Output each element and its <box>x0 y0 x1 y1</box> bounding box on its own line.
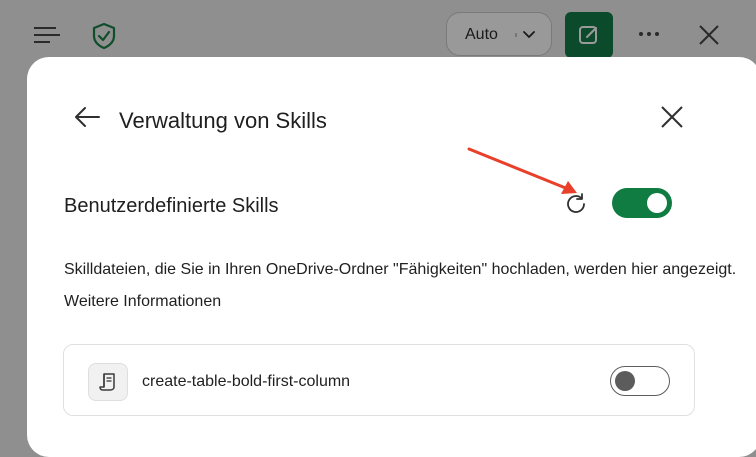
toggle-knob <box>615 371 635 391</box>
skill-toggle[interactable] <box>610 366 670 396</box>
shield-check-icon[interactable] <box>88 20 120 52</box>
custom-skills-label: Benutzerdefinierte Skills <box>64 195 279 217</box>
custom-skills-toggle[interactable] <box>612 188 672 218</box>
compose-button[interactable] <box>565 12 613 58</box>
skills-description: Skilldateien, die Sie in Ihren OneDrive-… <box>64 261 737 278</box>
dialog-title: Verwaltung von Skills <box>119 108 327 133</box>
dialog-close-icon[interactable] <box>659 104 685 130</box>
back-arrow-icon[interactable] <box>73 104 103 130</box>
more-icon[interactable] <box>634 22 666 46</box>
refresh-icon[interactable] <box>563 191 589 217</box>
close-icon[interactable] <box>694 20 724 50</box>
toggle-knob <box>647 193 667 213</box>
more-info-link[interactable]: Weitere Informationen <box>64 293 221 311</box>
skill-list-item: create-table-bold-first-column <box>63 344 695 416</box>
mode-select-value: Auto <box>465 26 498 43</box>
mode-select[interactable]: Auto <box>446 12 552 56</box>
skill-name: create-table-bold-first-column <box>142 373 351 390</box>
compose-icon <box>579 26 597 44</box>
mode-select-divider <box>515 33 517 37</box>
chevron-down-icon <box>521 27 537 43</box>
scroll-icon <box>88 363 128 401</box>
skills-dialog: Verwaltung von Skills Benutzerdefinierte… <box>27 57 756 457</box>
menu-icon[interactable] <box>30 22 64 48</box>
